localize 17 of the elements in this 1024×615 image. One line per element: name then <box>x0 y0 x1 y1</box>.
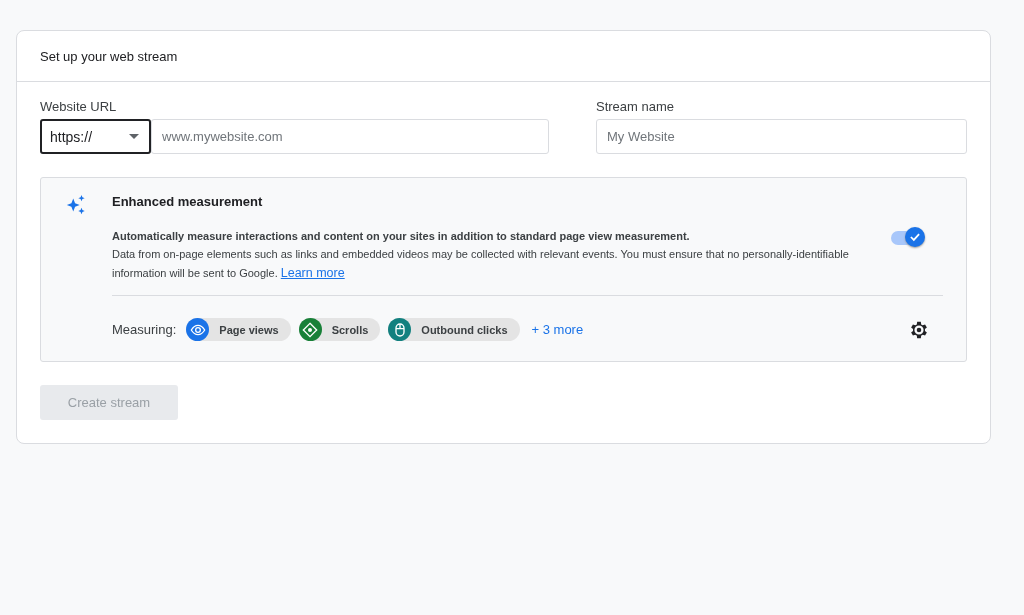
summary-text: Automatically measure interactions and content on your sites in addition to standard page view measurement. <box>112 229 691 244</box>
measurement-chip: Page views <box>186 318 291 341</box>
more-link[interactable]: + 3 more <box>531 322 584 337</box>
caret-icon <box>129 134 139 139</box>
stream-name-field[interactable]: My Website <box>596 119 967 154</box>
protocol-dropdown[interactable]: https:// <box>40 119 151 154</box>
description-text: Data from on-page elements such as links and embedded videos may be collected with relevant events. You must ensure that no personally-identifiable information will be sent to Google. Learn more <box>112 247 850 282</box>
sparkle-icon <box>65 194 87 216</box>
url-input-field[interactable]: www.mywebsite.com <box>151 119 549 154</box>
section-title: Enhanced measurement <box>112 194 264 209</box>
field-label: Website URL <box>40 99 118 114</box>
field-label: Stream name <box>596 99 676 114</box>
measuring-label: Measuring: <box>112 322 177 337</box>
learn-more-link[interactable]: Learn more <box>280 266 345 280</box>
card-title: Set up your web stream <box>40 48 178 64</box>
measurement-chip: Scrolls <box>298 318 381 341</box>
measurement-chip: Outbound clicks <box>388 318 520 341</box>
